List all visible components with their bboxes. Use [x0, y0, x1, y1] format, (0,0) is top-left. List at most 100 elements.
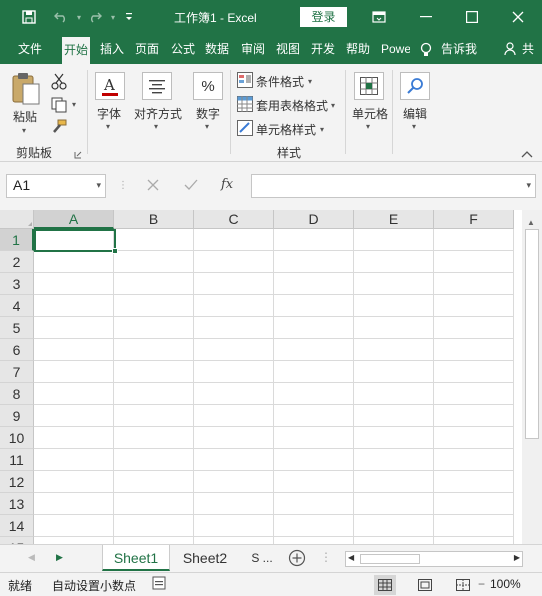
formula-bar-grip[interactable]: ⋮	[118, 178, 128, 194]
grid-cell[interactable]	[274, 537, 354, 544]
grid-cell[interactable]	[434, 471, 514, 493]
grid-cell[interactable]	[274, 383, 354, 405]
tab-power-pivot[interactable]: Powe	[381, 34, 410, 64]
page-layout-view-icon[interactable]	[414, 575, 436, 595]
grid-cell[interactable]	[34, 317, 114, 339]
grid-cell[interactable]	[354, 383, 434, 405]
font-icon[interactable]: A	[95, 72, 125, 100]
table-format-button[interactable]: 套用表格格式	[256, 97, 328, 114]
grid-cell[interactable]	[194, 339, 274, 361]
row-header[interactable]: 2	[0, 251, 34, 273]
macro-record-icon[interactable]	[152, 576, 166, 593]
grid-cell[interactable]	[274, 339, 354, 361]
grid-cell[interactable]	[114, 273, 194, 295]
grid-cell[interactable]	[274, 251, 354, 273]
dialog-launcher-icon[interactable]	[74, 148, 82, 159]
grid-cell[interactable]	[194, 383, 274, 405]
grid-cell[interactable]	[194, 427, 274, 449]
cell-styles-icon[interactable]	[237, 120, 253, 136]
percent-icon[interactable]: %	[193, 72, 223, 100]
grid-cell[interactable]	[34, 493, 114, 515]
grid-cell[interactable]	[114, 493, 194, 515]
grid-cell[interactable]	[434, 405, 514, 427]
search-icon[interactable]	[400, 72, 430, 100]
grid-cell[interactable]	[194, 295, 274, 317]
tab-split-grip[interactable]: ⋮	[320, 550, 332, 564]
login-button[interactable]: 登录	[300, 7, 347, 27]
column-header[interactable]: A	[34, 210, 114, 229]
row-header[interactable]: 11	[0, 449, 34, 471]
alignment-button[interactable]: 对齐方式	[134, 105, 182, 122]
lightbulb-icon[interactable]	[420, 34, 434, 64]
formula-input[interactable]: ▾	[251, 174, 536, 198]
cells-button[interactable]: 单元格	[352, 105, 388, 122]
grid-cell[interactable]	[434, 383, 514, 405]
horizontal-scrollbar[interactable]: ◀ ▶	[345, 551, 523, 567]
tab-view[interactable]: 视图	[276, 34, 300, 64]
conditional-format-dropdown-icon[interactable]: ▾	[308, 77, 312, 86]
tell-me-search[interactable]: 告诉我	[441, 34, 477, 64]
grid-cell[interactable]	[354, 515, 434, 537]
grid-cell[interactable]	[434, 537, 514, 544]
grid-cell[interactable]	[114, 251, 194, 273]
grid-cell[interactable]	[114, 449, 194, 471]
grid-cell[interactable]	[194, 229, 274, 251]
grid-cell[interactable]	[34, 295, 114, 317]
grid-cell[interactable]	[274, 273, 354, 295]
row-header[interactable]: 10	[0, 427, 34, 449]
scroll-right-icon[interactable]: ▶	[514, 553, 520, 562]
grid-cell[interactable]	[274, 295, 354, 317]
row-header[interactable]: 4	[0, 295, 34, 317]
grid-cell[interactable]	[274, 405, 354, 427]
row-header[interactable]: 7	[0, 361, 34, 383]
row-header[interactable]: 8	[0, 383, 34, 405]
grid-cell[interactable]	[114, 295, 194, 317]
new-sheet-icon[interactable]	[288, 549, 306, 567]
grid-cell[interactable]	[34, 427, 114, 449]
grid-cell[interactable]	[34, 251, 114, 273]
grid-cell[interactable]	[194, 317, 274, 339]
scroll-left-icon[interactable]: ◀	[348, 553, 354, 562]
page-break-view-icon[interactable]	[452, 575, 474, 595]
fill-handle[interactable]	[112, 248, 118, 254]
grid-cell[interactable]	[354, 493, 434, 515]
grid-cell[interactable]	[354, 405, 434, 427]
copy-dropdown-icon[interactable]: ▾	[72, 100, 76, 109]
tab-page-layout[interactable]: 页面	[135, 34, 163, 64]
tab-home[interactable]: 开始	[62, 37, 91, 64]
grid-cell[interactable]	[354, 273, 434, 295]
grid-cell[interactable]	[194, 273, 274, 295]
number-button[interactable]: 数字	[196, 105, 220, 122]
column-header[interactable]: D	[274, 210, 354, 229]
grid-cell[interactable]	[354, 361, 434, 383]
tab-formulas[interactable]: 公式	[171, 34, 195, 64]
row-header[interactable]: 3	[0, 273, 34, 295]
alignment-dropdown-icon[interactable]: ▾	[154, 122, 158, 131]
grid-cell[interactable]	[34, 471, 114, 493]
minimize-icon[interactable]	[413, 4, 439, 30]
zoom-level[interactable]: 100%	[490, 577, 521, 591]
name-box[interactable]: A1 ▾	[6, 174, 106, 198]
grid-cell[interactable]	[114, 229, 194, 251]
grid-cell[interactable]	[34, 273, 114, 295]
grid-cell[interactable]	[194, 471, 274, 493]
sheet-tab-overflow[interactable]: S ...	[244, 545, 280, 571]
row-header[interactable]: 1	[0, 229, 34, 251]
maximize-icon[interactable]	[459, 4, 485, 30]
paste-icon[interactable]	[10, 72, 42, 108]
grid-cell[interactable]	[114, 405, 194, 427]
name-box-dropdown-icon[interactable]: ▾	[96, 180, 101, 191]
grid-cell[interactable]	[114, 339, 194, 361]
grid-cell[interactable]	[194, 405, 274, 427]
tab-developer[interactable]: 开发	[311, 34, 338, 64]
grid-cell[interactable]	[434, 339, 514, 361]
format-painter-icon[interactable]	[50, 118, 68, 136]
grid-cell[interactable]	[274, 471, 354, 493]
grid-cell[interactable]	[274, 427, 354, 449]
grid-cell[interactable]	[354, 229, 434, 251]
grid-cell[interactable]	[434, 449, 514, 471]
sheet-tab-sheet1[interactable]: Sheet1	[102, 545, 170, 571]
scroll-sheets-left-icon[interactable]: ◀	[28, 552, 35, 563]
grid-cell[interactable]	[34, 383, 114, 405]
column-header[interactable]: C	[194, 210, 274, 229]
